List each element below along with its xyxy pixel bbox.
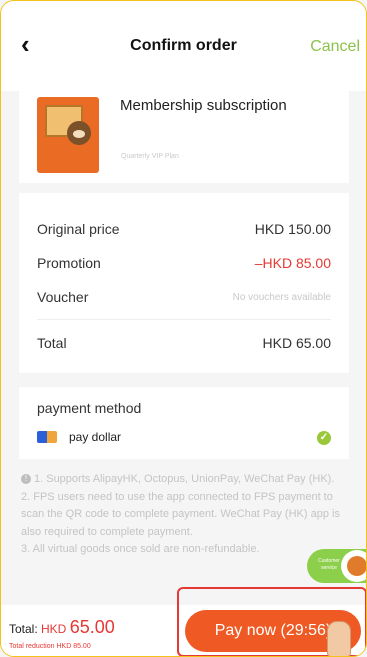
screen-frame: ‹ Confirm order Cancel Membership subscr… [0, 0, 367, 657]
price-breakdown: Original price HKD 150.00 Promotion –HKD… [19, 193, 349, 373]
total-value: HKD 65.00 [262, 335, 331, 351]
payment-method-section: payment method pay dollar ✓ [19, 387, 349, 459]
customer-service-button[interactable]: Customer service [307, 549, 366, 583]
customer-service-label: Customer service [318, 558, 340, 571]
note-2: 2. FPS users need to use the app connect… [21, 490, 340, 538]
customer-service-avatar-icon [341, 550, 366, 582]
cancel-button[interactable]: Cancel [310, 38, 360, 56]
checkmark-icon[interactable]: ✓ [317, 431, 331, 445]
card-icon [37, 431, 57, 443]
total-label: Total [37, 335, 67, 351]
bottom-total: Total: HKD 65.00 [9, 617, 115, 637]
header: ‹ Confirm order Cancel [1, 1, 366, 91]
product-thumbnail [37, 97, 99, 173]
total-reduction: Total reduction HKD 85.00 [9, 643, 91, 650]
bear-mascot-icon [67, 121, 91, 145]
divider [37, 319, 331, 320]
product-subtitle: Quarterly VIP Plan [121, 153, 179, 160]
original-price-label: Original price [37, 221, 120, 237]
product-card: Membership subscription Quarterly VIP Pl… [19, 81, 349, 183]
pointing-hand-icon [327, 621, 351, 656]
payment-option-label[interactable]: pay dollar [69, 430, 121, 444]
promotion-value: –HKD 85.00 [254, 255, 331, 271]
payment-method-title: payment method [37, 400, 142, 416]
voucher-label: Voucher [37, 289, 89, 305]
payment-notes: ! 1. Supports AlipayHK, Octopus, UnionPay… [21, 471, 355, 559]
note-1: ! 1. Supports AlipayHK, Octopus, UnionPay… [21, 471, 355, 489]
info-icon: ! [21, 474, 31, 484]
original-price-value: HKD 150.00 [254, 221, 331, 237]
product-name: Membership subscription [120, 97, 287, 114]
promotion-label: Promotion [37, 255, 101, 271]
bottom-total-amount: 65.00 [69, 617, 115, 637]
note-3: 3. All virtual goods once sold are non-r… [21, 543, 260, 555]
voucher-value: No vouchers available [232, 292, 331, 303]
